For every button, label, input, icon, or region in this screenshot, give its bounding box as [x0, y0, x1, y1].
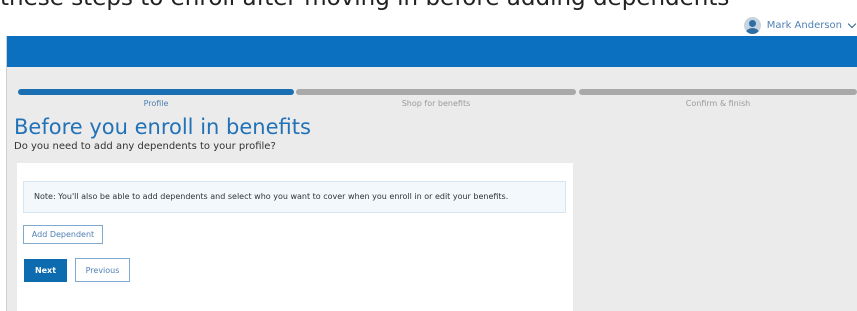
- progress-segment-confirm: [579, 89, 857, 95]
- user-avatar-icon: [743, 16, 761, 34]
- progress-segment-profile: [18, 89, 294, 95]
- previous-button[interactable]: Previous: [75, 258, 130, 282]
- info-note-text: Note: You'll also be able to add depende…: [34, 192, 509, 201]
- step-label-profile: Profile: [143, 99, 169, 108]
- cropped-top-text: these steps to enroll after moving in be…: [0, 0, 760, 10]
- step-label-confirm: Confirm & finish: [685, 99, 751, 108]
- progress-segment-shop: [296, 89, 576, 95]
- user-name: Mark Anderson: [766, 19, 842, 31]
- next-button[interactable]: Next: [24, 259, 67, 282]
- page-title: Before you enroll in benefits: [14, 115, 311, 139]
- header-bar: [7, 36, 857, 67]
- step-label-shop: Shop for benefits: [401, 99, 471, 108]
- main-content: Profile Shop for benefits Confirm & fini…: [7, 67, 857, 311]
- page-subtitle: Do you need to add any dependents to you…: [14, 141, 276, 152]
- add-dependent-button[interactable]: Add Dependent: [23, 225, 103, 244]
- user-menu[interactable]: Mark Anderson: [743, 15, 857, 35]
- dependents-card: Note: You'll also be able to add depende…: [17, 163, 573, 311]
- chevron-down-icon: [847, 19, 857, 28]
- enrollment-page: these steps to enroll after moving in be…: [0, 0, 857, 311]
- info-note: Note: You'll also be able to add depende…: [23, 181, 566, 213]
- progress-bar: [18, 89, 857, 95]
